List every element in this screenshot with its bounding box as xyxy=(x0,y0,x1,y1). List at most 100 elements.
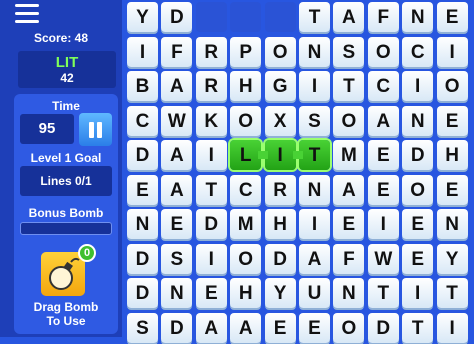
letter-tile[interactable]: E xyxy=(436,105,468,136)
letter-tile[interactable]: D xyxy=(127,140,158,170)
menu-icon[interactable] xyxy=(15,4,39,23)
letter-tile[interactable]: A xyxy=(230,312,262,343)
letter-tile[interactable]: D xyxy=(264,243,296,274)
letter-tile[interactable]: F xyxy=(161,36,193,67)
letter-tile[interactable]: T xyxy=(367,278,399,308)
letter-tile[interactable]: W xyxy=(367,243,399,274)
letter-tile[interactable]: I xyxy=(436,312,468,343)
letter-tile[interactable]: I xyxy=(299,209,330,239)
letter-tile[interactable]: N xyxy=(333,278,365,308)
letter-tile[interactable]: N xyxy=(402,2,434,32)
letter-tile[interactable]: W xyxy=(161,105,193,136)
letter-tile[interactable]: A xyxy=(161,140,193,170)
letter-tile[interactable]: I xyxy=(127,36,158,67)
letter-tile[interactable]: S xyxy=(127,312,158,343)
letter-tile[interactable]: R xyxy=(264,174,296,205)
letter-tile[interactable]: Y xyxy=(264,278,296,308)
letter-tile[interactable]: T xyxy=(436,278,468,308)
letter-tile[interactable]: E xyxy=(436,174,468,205)
letter-tile[interactable]: N xyxy=(127,209,158,239)
letter-tile[interactable]: T xyxy=(333,71,365,101)
letter-tile[interactable]: C xyxy=(367,71,399,101)
letter-tile[interactable]: P xyxy=(230,36,262,67)
letter-tile[interactable]: I xyxy=(195,140,227,170)
letter-tile[interactable]: Y xyxy=(127,2,158,32)
letter-tile[interactable]: N xyxy=(402,105,434,136)
letter-tile[interactable]: T xyxy=(402,312,434,343)
letter-tile[interactable]: I xyxy=(402,71,434,101)
letter-tile[interactable]: I xyxy=(402,278,434,308)
letter-tile[interactable]: H xyxy=(230,71,262,101)
letter-tile[interactable]: N xyxy=(299,174,330,205)
bomb-button[interactable] xyxy=(41,252,85,296)
letter-tile[interactable]: O xyxy=(333,312,365,343)
letter-tile[interactable]: A xyxy=(333,174,365,205)
letter-tile[interactable]: I xyxy=(367,209,399,239)
letter-tile[interactable]: E xyxy=(367,174,399,205)
letter-tile[interactable]: A xyxy=(195,312,227,343)
letter-tile[interactable]: E xyxy=(436,2,468,32)
letter-tile[interactable]: O xyxy=(264,36,296,67)
letter-tile[interactable]: O xyxy=(402,174,434,205)
letter-tile[interactable]: O xyxy=(230,243,262,274)
letter-tile[interactable]: E xyxy=(402,209,434,239)
selected-letter-tile[interactable]: T xyxy=(299,140,330,170)
letter-tile[interactable]: O xyxy=(230,105,262,136)
letter-tile[interactable]: E xyxy=(299,312,330,343)
letter-tile[interactable]: N xyxy=(161,278,193,308)
letter-tile[interactable]: Y xyxy=(436,243,468,274)
letter-tile[interactable]: O xyxy=(333,105,365,136)
letter-tile[interactable]: H xyxy=(264,209,296,239)
letter-tile[interactable]: A xyxy=(161,174,193,205)
letter-tile[interactable]: A xyxy=(161,71,193,101)
letter-tile[interactable]: S xyxy=(299,105,330,136)
letter-tile[interactable]: C xyxy=(230,174,262,205)
letter-tile[interactable]: B xyxy=(127,71,158,101)
letter-tile[interactable]: S xyxy=(333,36,365,67)
letter-tile[interactable]: H xyxy=(436,140,468,170)
letter-tile[interactable]: T xyxy=(195,174,227,205)
letter-tile[interactable]: E xyxy=(333,209,365,239)
letter-tile[interactable]: D xyxy=(195,209,227,239)
letter-tile[interactable]: D xyxy=(127,243,158,274)
letter-tile[interactable]: O xyxy=(436,71,468,101)
pause-button[interactable] xyxy=(79,113,112,146)
letter-tile[interactable]: T xyxy=(299,2,330,32)
letter-tile[interactable]: E xyxy=(161,209,193,239)
letter-tile[interactable]: A xyxy=(299,243,330,274)
letter-tile[interactable]: F xyxy=(367,2,399,32)
letter-tile[interactable]: M xyxy=(230,209,262,239)
letter-tile[interactable]: G xyxy=(264,71,296,101)
letter-tile[interactable]: N xyxy=(299,36,330,67)
selected-letter-tile[interactable]: L xyxy=(230,140,262,170)
letter-tile[interactable]: E xyxy=(264,312,296,343)
letter-tile[interactable]: U xyxy=(299,278,330,308)
letter-tile[interactable]: R xyxy=(195,71,227,101)
letter-tile[interactable]: C xyxy=(402,36,434,67)
letter-tile[interactable]: N xyxy=(436,209,468,239)
letter-tile[interactable]: K xyxy=(195,105,227,136)
letter-tile[interactable]: D xyxy=(161,312,193,343)
letter-tile[interactable]: F xyxy=(333,243,365,274)
letter-tile[interactable]: R xyxy=(195,36,227,67)
letter-tile[interactable]: E xyxy=(127,174,158,205)
letter-tile[interactable]: A xyxy=(367,105,399,136)
letter-tile[interactable]: M xyxy=(333,140,365,170)
letter-tile[interactable]: C xyxy=(127,105,158,136)
letter-tile[interactable]: I xyxy=(436,36,468,67)
letter-tile[interactable]: H xyxy=(230,278,262,308)
letter-tile[interactable]: I xyxy=(195,243,227,274)
letter-tile[interactable]: D xyxy=(367,312,399,343)
letter-tile[interactable]: E xyxy=(367,140,399,170)
letter-tile[interactable]: S xyxy=(161,243,193,274)
letter-tile[interactable]: D xyxy=(127,278,158,308)
letter-tile[interactable]: E xyxy=(402,243,434,274)
selected-letter-tile[interactable]: I xyxy=(264,140,296,170)
letter-tile[interactable]: E xyxy=(195,278,227,308)
letter-tile[interactable]: D xyxy=(161,2,193,32)
letter-tile[interactable]: A xyxy=(333,2,365,32)
letter-tile[interactable]: D xyxy=(402,140,434,170)
letter-tile[interactable]: O xyxy=(367,36,399,67)
letter-tile[interactable]: X xyxy=(264,105,296,136)
letter-tile[interactable]: I xyxy=(299,71,330,101)
